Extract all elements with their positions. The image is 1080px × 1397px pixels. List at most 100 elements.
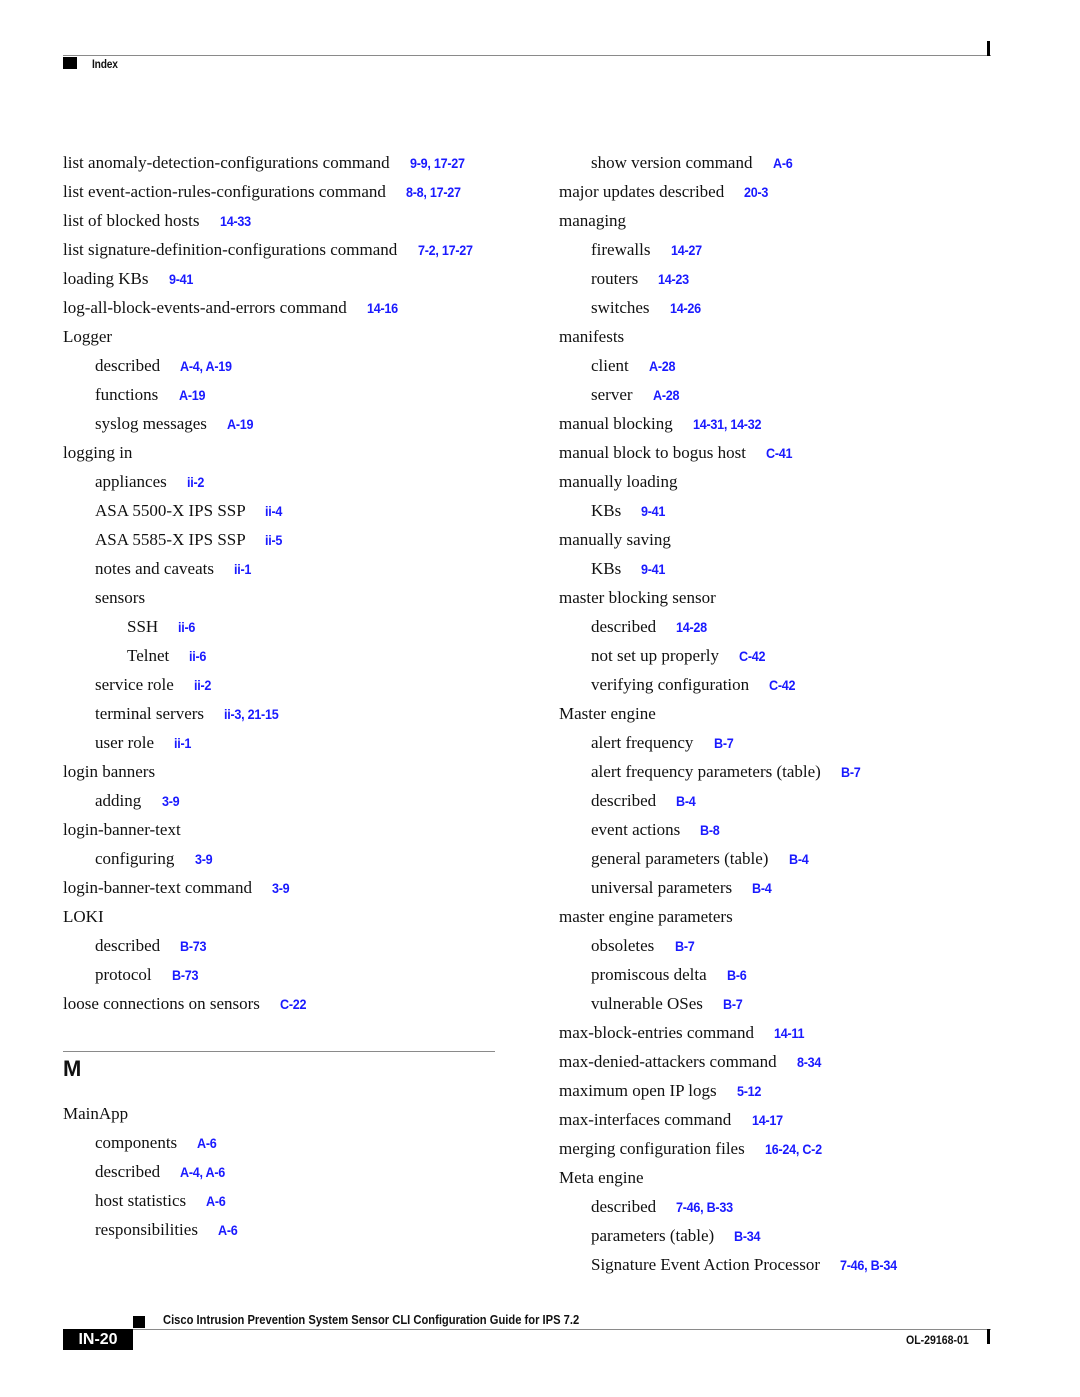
index-subentry: switches 14-26	[559, 298, 999, 318]
page-reference-link[interactable]: 20-3	[744, 182, 768, 202]
index-term: MainApp	[63, 1104, 129, 1123]
page-reference-link[interactable]: A-19	[227, 414, 254, 434]
page-reference-link[interactable]: ii-6	[189, 646, 206, 666]
page-reference-link[interactable]: 14-27	[671, 240, 702, 260]
index-entry: max-denied-attackers command 8-34	[559, 1052, 999, 1072]
page-reference-link[interactable]: 9-41	[641, 501, 665, 521]
index-term: logging in	[63, 443, 133, 462]
page-reference-link[interactable]: B-7	[675, 936, 695, 956]
page-reference-link[interactable]: A-19	[179, 385, 206, 405]
index-subentry: show version command A-6	[559, 153, 999, 173]
page-reference-link[interactable]: 3-9	[195, 849, 213, 869]
page-reference-link[interactable]: ii-3, 21-15	[224, 704, 279, 724]
page-reference-link[interactable]: C-42	[739, 646, 766, 666]
page-reference-link[interactable]: ii-5	[265, 530, 282, 550]
index-term: list event-action-rules-configurations c…	[63, 182, 386, 201]
page-reference-link[interactable]: ii-1	[174, 733, 191, 753]
page-reference-link[interactable]: 14-16	[367, 298, 398, 318]
page-reference-link[interactable]: 16-24, C-2	[765, 1139, 822, 1159]
index-subentry: server A-28	[559, 385, 999, 405]
page-reference-link[interactable]: ii-1	[234, 559, 251, 579]
page-reference-link[interactable]: B-4	[789, 849, 809, 869]
page-reference-link[interactable]: A-28	[653, 385, 680, 405]
page-reference-link[interactable]: C-22	[280, 994, 307, 1014]
index-entry: login-banner-text command 3-9	[63, 878, 495, 898]
page-reference-link[interactable]: A-28	[649, 356, 676, 376]
index-entry: list anomaly-detection-configurations co…	[63, 153, 495, 173]
page-reference-link[interactable]: 7-46, B-34	[840, 1255, 897, 1275]
page-reference-link[interactable]: 9-9, 17-27	[410, 153, 465, 173]
page-reference-link[interactable]: B-6	[727, 965, 747, 985]
index-subentry: user role ii-1	[63, 733, 495, 753]
index-term: master blocking sensor	[559, 588, 716, 607]
page-reference-link[interactable]: C-41	[766, 443, 793, 463]
index-term: Logger	[63, 327, 113, 346]
index-subentry: described A-4, A-6	[63, 1162, 495, 1182]
index-entry: loading KBs 9-41	[63, 269, 495, 289]
page-reference-link[interactable]: B-4	[752, 878, 772, 898]
index-subentry: syslog messages A-19	[63, 414, 495, 434]
page-reference-link[interactable]: B-73	[180, 936, 207, 956]
page-reference-link[interactable]: A-6	[773, 153, 793, 173]
index-subentry: functions A-19	[63, 385, 495, 405]
page-reference-link[interactable]: B-73	[172, 965, 199, 985]
index-subentry: verifying configuration C-42	[559, 675, 999, 695]
header-rule	[63, 55, 991, 56]
page-reference-link[interactable]: A-6	[218, 1220, 238, 1240]
index-entry: managing	[559, 211, 999, 231]
page-reference-link[interactable]: A-4, A-6	[180, 1162, 225, 1182]
section-letter-heading: M	[63, 1056, 82, 1081]
page-reference-link[interactable]: A-6	[197, 1133, 217, 1153]
index-term: manually loading	[559, 472, 678, 491]
index-term: login-banner-text command	[63, 878, 252, 897]
index-entry: MainApp	[63, 1104, 495, 1124]
page-reference-link[interactable]: B-8	[700, 820, 720, 840]
page-reference-link[interactable]: B-7	[841, 762, 861, 782]
index-term: service role	[95, 675, 174, 694]
index-term: managing	[559, 211, 627, 230]
index-subentry: general parameters (table) B-4	[559, 849, 999, 869]
index-subentry: obsoletes B-7	[559, 936, 999, 956]
index-subentry: event actions B-8	[559, 820, 999, 840]
page-reference-link[interactable]: 8-34	[797, 1052, 821, 1072]
page-reference-link[interactable]: 14-23	[658, 269, 689, 289]
page-reference-link[interactable]: 14-31, 14-32	[693, 414, 761, 434]
index-term: manual blocking	[559, 414, 673, 433]
index-entry: loose connections on sensors C-22	[63, 994, 495, 1014]
index-entry: Logger	[63, 327, 495, 347]
page-reference-link[interactable]: ii-2	[187, 472, 204, 492]
page-reference-link[interactable]: C-42	[769, 675, 796, 695]
index-term: sensors	[95, 588, 146, 607]
page-reference-link[interactable]: 9-41	[169, 269, 193, 289]
page-reference-link[interactable]: 7-2, 17-27	[418, 240, 473, 260]
page-reference-link[interactable]: 14-33	[220, 211, 251, 231]
index-entries-l: list anomaly-detection-configurations co…	[63, 153, 495, 1014]
index-term: Telnet	[127, 646, 170, 665]
index-subentry: KBs 9-41	[559, 559, 999, 579]
page-reference-link[interactable]: 9-41	[641, 559, 665, 579]
page-reference-link[interactable]: ii-2	[194, 675, 211, 695]
index-term: verifying configuration	[591, 675, 750, 694]
index-subentry: sensors	[63, 588, 495, 608]
page-reference-link[interactable]: 3-9	[162, 791, 180, 811]
page-reference-link[interactable]: 5-12	[737, 1081, 761, 1101]
page-reference-link[interactable]: 3-9	[272, 878, 290, 898]
page-reference-link[interactable]: 14-17	[752, 1110, 783, 1130]
index-term: Signature Event Action Processor	[591, 1255, 820, 1274]
page-reference-link[interactable]: 7-46, B-33	[676, 1197, 733, 1217]
page-reference-link[interactable]: 8-8, 17-27	[406, 182, 461, 202]
page-reference-link[interactable]: B-7	[723, 994, 743, 1014]
index-entry: manifests	[559, 327, 999, 347]
page-reference-link[interactable]: B-4	[676, 791, 696, 811]
page-reference-link[interactable]: A-6	[206, 1191, 226, 1211]
page-reference-link[interactable]: 14-26	[670, 298, 701, 318]
page-reference-link[interactable]: B-7	[714, 733, 734, 753]
page-reference-link[interactable]: ii-4	[265, 501, 282, 521]
page-reference-link[interactable]: 14-11	[774, 1023, 804, 1043]
page-reference-link[interactable]: 14-28	[676, 617, 707, 637]
section-divider	[63, 1051, 495, 1052]
footer-corner-mark	[987, 1329, 990, 1344]
page-reference-link[interactable]: A-4, A-19	[180, 356, 232, 376]
page-reference-link[interactable]: ii-6	[178, 617, 195, 637]
page-reference-link[interactable]: B-34	[734, 1226, 761, 1246]
